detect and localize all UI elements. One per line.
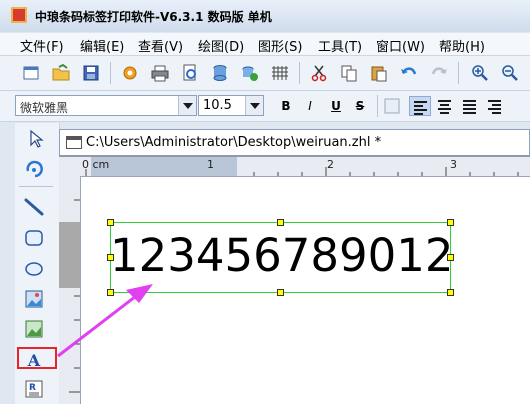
bold-button[interactable]: B — [276, 97, 296, 115]
align-right-icon — [463, 100, 476, 116]
font-color-icon[interactable] — [382, 96, 402, 116]
cut-icon[interactable] — [309, 63, 329, 83]
select-icon[interactable] — [22, 127, 46, 151]
ruler-selection-range-vertical — [59, 222, 80, 288]
image-icon[interactable] — [22, 287, 46, 311]
toolbox-separator — [19, 186, 53, 187]
ruler-unit-label: 0 cm — [82, 158, 110, 171]
menu-shape[interactable]: 图形(S) — [258, 36, 302, 55]
menu-tools[interactable]: 工具(T) — [318, 36, 362, 55]
align-center-icon — [438, 100, 451, 116]
title-bar: 中琅条码标签打印软件-V6.3.1 数码版 单机 — [0, 0, 530, 32]
ruler-corner — [59, 157, 80, 176]
resize-handle-e[interactable] — [447, 254, 454, 261]
resize-handle-n[interactable] — [277, 219, 284, 226]
align-justify-button[interactable] — [484, 96, 506, 116]
underline-button[interactable]: U — [326, 97, 346, 115]
resize-handle-ne[interactable] — [447, 219, 454, 226]
ruler-mark: 3 — [450, 158, 457, 171]
toolbar-separator — [110, 62, 111, 84]
align-justify-icon — [488, 100, 501, 116]
save-icon[interactable] — [81, 63, 101, 83]
toolbar-separator — [299, 62, 300, 84]
undo-icon[interactable] — [399, 63, 419, 83]
ruler-selection-range — [91, 157, 237, 176]
document-icon — [66, 136, 82, 149]
grid-icon[interactable] — [270, 63, 290, 83]
menu-draw[interactable]: 绘图(D) — [198, 36, 244, 55]
align-left-button[interactable] — [409, 96, 431, 116]
menu-file[interactable]: 文件(F) — [20, 36, 64, 55]
selection-box[interactable] — [110, 222, 451, 293]
resize-handle-se[interactable] — [447, 289, 454, 296]
rich-text-icon[interactable]: R — [22, 377, 46, 401]
vertical-ruler — [59, 176, 81, 404]
menu-window[interactable]: 窗口(W) — [376, 36, 425, 55]
toolbar-separator — [458, 62, 459, 84]
main-toolbar — [0, 56, 530, 91]
data-source-icon[interactable] — [240, 63, 260, 83]
print-preview-icon[interactable] — [180, 63, 200, 83]
resize-handle-w[interactable] — [107, 254, 114, 261]
menu-view[interactable]: 查看(V) — [138, 36, 183, 55]
settings-icon[interactable] — [120, 63, 140, 83]
strikethrough-button[interactable]: S — [350, 97, 370, 115]
font-family-select[interactable]: 微软雅黑 — [15, 95, 197, 116]
paste-icon[interactable] — [369, 63, 389, 83]
line-icon[interactable] — [22, 195, 46, 219]
open-icon[interactable] — [51, 63, 71, 83]
resize-handle-sw[interactable] — [107, 289, 114, 296]
chevron-down-icon[interactable] — [245, 96, 263, 115]
rounded-rect-icon[interactable] — [22, 226, 46, 250]
database-icon[interactable] — [210, 63, 230, 83]
zoom-in-icon[interactable] — [470, 63, 490, 83]
document-tab[interactable]: C:\Users\Administrator\Desktop\weiruan.z… — [59, 129, 530, 155]
ruler-mark: 1 — [207, 158, 214, 171]
format-toolbar: 微软雅黑 10.5 B I U S — [0, 91, 530, 122]
svg-text:R: R — [29, 383, 36, 393]
menu-edit[interactable]: 编辑(E) — [80, 36, 124, 55]
picture-icon[interactable] — [22, 317, 46, 341]
document-tab-path: C:\Users\Administrator\Desktop\weiruan.z… — [86, 135, 382, 150]
rotate-icon[interactable] — [22, 157, 46, 181]
italic-button[interactable]: I — [300, 97, 320, 115]
resize-handle-s[interactable] — [277, 289, 284, 296]
align-right-button[interactable] — [459, 96, 481, 116]
menu-bar: 文件(F) 编辑(E) 查看(V) 绘图(D) 图形(S) 工具(T) 窗口(W… — [0, 33, 530, 56]
font-size-select[interactable]: 10.5 — [198, 95, 264, 116]
copy-icon[interactable] — [339, 63, 359, 83]
resize-handle-nw[interactable] — [107, 219, 114, 226]
font-family-value: 微软雅黑 — [20, 101, 69, 115]
align-center-button[interactable] — [434, 96, 456, 116]
redo-icon[interactable] — [429, 63, 449, 83]
align-left-icon — [414, 101, 427, 117]
print-icon[interactable] — [150, 63, 170, 83]
new-icon[interactable] — [21, 63, 41, 83]
highlight-box — [17, 347, 57, 369]
chevron-down-icon[interactable] — [178, 96, 196, 115]
window-title: 中琅条码标签打印软件-V6.3.1 数码版 单机 — [35, 10, 272, 24]
ruler-mark: 2 — [327, 158, 334, 171]
menu-help[interactable]: 帮助(H) — [439, 36, 485, 55]
font-size-value: 10.5 — [203, 98, 232, 113]
ellipse-icon[interactable] — [22, 257, 46, 281]
toolbar-separator — [377, 95, 378, 117]
zoom-out-icon[interactable] — [500, 63, 520, 83]
app-logo-icon — [11, 7, 27, 23]
